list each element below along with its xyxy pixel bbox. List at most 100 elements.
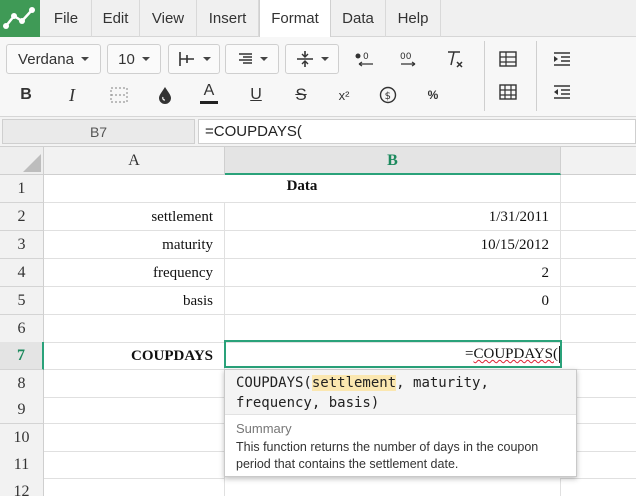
chevron-down-icon [202, 57, 211, 61]
row-header-1[interactable]: 1 [0, 175, 44, 203]
borders-button[interactable] [168, 44, 220, 74]
menu-view[interactable]: View [140, 0, 197, 37]
cell-c4[interactable] [561, 259, 636, 287]
text-color-button[interactable]: A [196, 80, 222, 106]
signature-line-2: frequency, basis) [236, 395, 380, 411]
cell-a9[interactable] [44, 396, 225, 424]
cell-c2[interactable] [561, 203, 636, 231]
column-header-b[interactable]: B [225, 147, 561, 175]
cell-a5[interactable]: basis [44, 287, 225, 315]
align-right-icon [238, 53, 252, 64]
name-box[interactable]: B7 [2, 119, 195, 144]
function-signature: COUPDAYS(settlement, maturity, frequency… [225, 370, 576, 415]
outdent-button[interactable] [549, 79, 575, 105]
app-logo [0, 0, 40, 37]
clear-format-button[interactable] [442, 46, 468, 72]
table-grid-icon [499, 51, 517, 67]
toolbar: Verdana 10 0 00 B I A U S x² $ % [0, 37, 636, 117]
row-header-7[interactable]: 7 [0, 342, 44, 370]
menu-help[interactable]: Help [386, 0, 441, 37]
signature-remaining-args: , maturity, [396, 375, 489, 391]
row-header-5[interactable]: 5 [0, 287, 44, 315]
font-family-select[interactable]: Verdana [6, 44, 101, 74]
svg-text:00: 00 [400, 52, 412, 62]
cell-b6[interactable] [225, 315, 561, 343]
signature-function-name: COUPDAYS( [236, 375, 312, 391]
chevron-down-icon [80, 57, 89, 61]
row-header-10[interactable]: 10 [0, 424, 44, 452]
signature-current-argument: settlement [311, 375, 397, 391]
select-all-corner[interactable] [0, 147, 44, 175]
increase-decimal-icon: 00 [400, 52, 416, 67]
merge-cells-button[interactable] [106, 82, 132, 108]
font-size-select[interactable]: 10 [107, 44, 161, 74]
increase-decimal-button[interactable]: 00 [396, 46, 422, 72]
strikethrough-button[interactable]: S [288, 82, 314, 108]
row-header-4[interactable]: 4 [0, 259, 44, 287]
row-header-8[interactable]: 8 [0, 370, 44, 398]
menu-data[interactable]: Data [331, 0, 386, 37]
spreadsheet-logo-icon [3, 7, 35, 29]
chevron-down-icon [141, 57, 150, 61]
fill-color-button[interactable] [152, 82, 178, 108]
menu-bar: File Edit View Insert Format Data Help [0, 0, 636, 38]
currency-icon: $ [379, 86, 397, 104]
column-header-a[interactable]: A [44, 147, 225, 175]
summary-text: This function returns the number of days… [236, 440, 539, 471]
row-header-3[interactable]: 3 [0, 231, 44, 259]
superscript-button[interactable]: x² [331, 82, 357, 108]
underline-button[interactable]: U [243, 82, 269, 108]
cell-a4[interactable]: frequency [44, 259, 225, 287]
menu-file[interactable]: File [41, 0, 92, 37]
row-header-2[interactable]: 2 [0, 203, 44, 231]
menu-insert[interactable]: Insert [197, 0, 259, 37]
toolbar-divider [484, 41, 485, 111]
cell-c6[interactable] [561, 315, 636, 343]
cell-c3[interactable] [561, 231, 636, 259]
percent-button[interactable]: % [420, 82, 446, 108]
formula-input[interactable]: =COUPDAYS( [198, 119, 636, 144]
cell-c12[interactable] [561, 478, 636, 496]
fill-color-icon [159, 87, 171, 104]
cell-b3[interactable]: 10/15/2012 [225, 231, 561, 259]
cell-a6[interactable] [44, 315, 225, 343]
menu-format[interactable]: Format [259, 0, 331, 38]
cell-a10[interactable] [44, 424, 225, 452]
insert-table-button[interactable] [495, 46, 521, 72]
cell-c5[interactable] [561, 287, 636, 315]
italic-button[interactable]: I [59, 82, 85, 108]
indent-button[interactable] [549, 46, 575, 72]
menu-edit[interactable]: Edit [92, 0, 140, 37]
cell-a1-merged-header[interactable]: Data [44, 175, 561, 203]
row-header-9[interactable]: 9 [0, 396, 44, 424]
editor-equals: = [465, 346, 474, 362]
font-size-value: 10 [118, 50, 135, 68]
align-button[interactable] [225, 44, 279, 74]
cell-c1[interactable] [561, 175, 636, 203]
cell-b2[interactable]: 1/31/2011 [225, 203, 561, 231]
cell-a2[interactable]: settlement [44, 203, 225, 231]
table-style-button[interactable] [495, 79, 521, 105]
row-header-6[interactable]: 6 [0, 315, 44, 343]
cell-b5[interactable]: 0 [225, 287, 561, 315]
row-header-12[interactable]: 12 [0, 478, 44, 496]
cell-a8[interactable] [44, 370, 225, 398]
indent-icon [554, 52, 570, 66]
cell-c7[interactable] [562, 342, 636, 370]
cell-a11[interactable] [44, 451, 225, 479]
currency-button[interactable]: $ [375, 82, 401, 108]
valign-button[interactable] [285, 44, 339, 74]
bold-button[interactable]: B [13, 82, 39, 108]
valign-middle-icon [296, 51, 313, 67]
svg-text:0: 0 [363, 52, 369, 62]
cell-a3[interactable]: maturity [44, 231, 225, 259]
cell-b4[interactable]: 2 [225, 259, 561, 287]
cell-a12[interactable] [44, 478, 225, 496]
cell-b7-active-editor[interactable]: =COUPDAYS( [224, 340, 562, 368]
decrease-decimal-button[interactable]: 0 [352, 46, 378, 72]
cell-b12[interactable] [225, 478, 561, 496]
text-color-label: A [203, 81, 215, 99]
column-header-c[interactable] [561, 147, 636, 175]
cell-a7[interactable]: COUPDAYS [44, 342, 225, 370]
row-header-11[interactable]: 11 [0, 451, 44, 479]
